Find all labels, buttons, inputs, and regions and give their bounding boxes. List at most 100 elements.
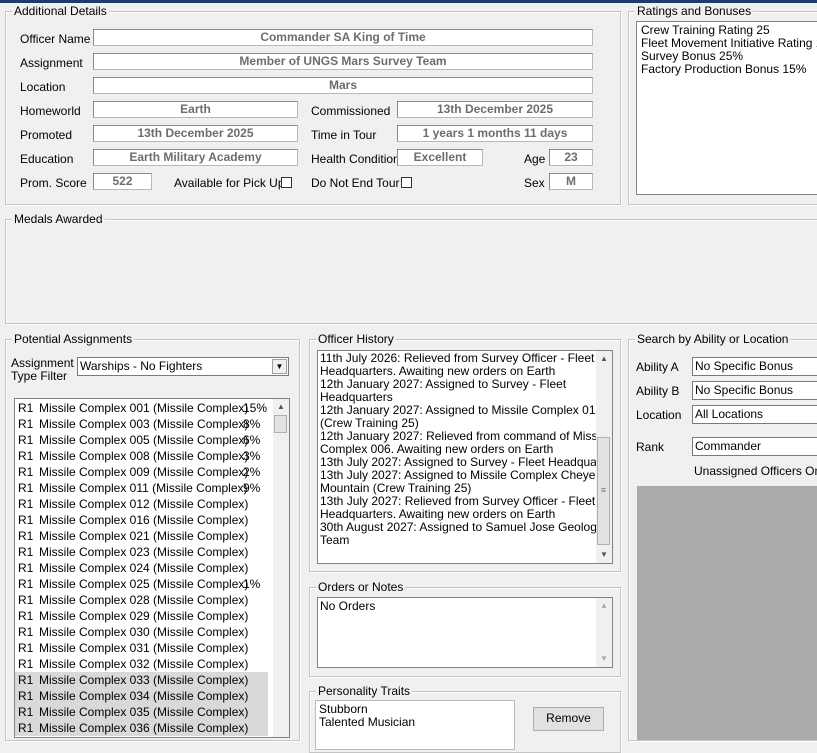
assignment-row[interactable]: R1 Missile Complex 009 (Missile Complex) 2… (15, 464, 268, 480)
traits-list[interactable]: Stubborn Talented Musician (315, 700, 515, 750)
assignment-row[interactable]: R1 Missile Complex 029 (Missile Complex) (15, 608, 268, 624)
assignment-row[interactable]: R1 Missile Complex 023 (Missile Complex) (15, 544, 268, 560)
education-field[interactable]: Earth Military Academy (93, 149, 298, 166)
assignment-row[interactable]: R1 Missile Complex 003 (Missile Complex) 8… (15, 416, 268, 432)
history-scrollbar[interactable]: ▲ ≡ ▼ (596, 351, 612, 563)
assignment-row[interactable]: R1 Missile Complex 024 (Missile Complex) (15, 560, 268, 576)
search-group: Search by Ability or Location Ability A … (628, 332, 817, 741)
assignment-name: Missile Complex 024 (Missile Complex) (39, 561, 249, 575)
assignment-row[interactable]: R1 Missile Complex 008 (Missile Complex) 3… (15, 448, 268, 464)
assignment-rank: R1 (18, 465, 34, 479)
type-filter-select[interactable]: Warships - No Fighters ▼ (77, 357, 289, 376)
assignment-rank: R1 (18, 641, 34, 655)
assignment-row[interactable]: R1 Missile Complex 036 (Missile Complex) (15, 720, 268, 736)
ratings-title: Ratings and Bonuses (635, 4, 754, 18)
ability-a-select[interactable]: No Specific Bonus (692, 357, 817, 376)
assignment-name: Missile Complex 032 (Missile Complex) (39, 657, 249, 671)
pickup-checkbox[interactable] (281, 177, 292, 188)
assignment-row[interactable]: R1 Missile Complex 032 (Missile Complex) (15, 656, 268, 672)
education-label: Education (20, 152, 74, 166)
assignment-name: Missile Complex 012 (Missile Complex) (39, 497, 249, 511)
assignment-name: Missile Complex 023 (Missile Complex) (39, 545, 249, 559)
orders-scrollbar[interactable]: ▲ ▼ (596, 598, 612, 667)
assignment-name: Missile Complex 028 (Missile Complex) (39, 593, 249, 607)
time-in-tour-field[interactable]: 1 years 1 months 11 days (397, 125, 593, 142)
assignment-row[interactable]: R1 Missile Complex 021 (Missile Complex) (15, 528, 268, 544)
unassigned-only-label[interactable]: Unassigned Officers Only (694, 464, 817, 478)
do-not-end-tour-checkbox[interactable] (401, 177, 412, 188)
rank-select[interactable]: Commander (692, 437, 817, 456)
location-label: Location (20, 80, 66, 94)
assignment-name: Missile Complex 025 (Missile Complex) (39, 577, 249, 591)
assignment-rank: R1 (18, 673, 34, 687)
location-field[interactable]: Mars (93, 77, 593, 94)
officer-history-text[interactable]: 11th July 2026: Relieved from Survey Off… (317, 350, 613, 564)
prom-score-field[interactable]: 522 (93, 173, 152, 190)
assignment-percent: 2% (243, 465, 261, 479)
health-field[interactable]: Excellent (397, 149, 483, 166)
assignment-row[interactable]: R1 Missile Complex 011 (Missile Complex) 9… (15, 480, 268, 496)
age-field[interactable]: 23 (549, 149, 593, 166)
health-label: Health Condition (311, 152, 400, 166)
assignment-row[interactable]: R1 Missile Complex 025 (Missile Complex) 1… (15, 576, 268, 592)
homeworld-field[interactable]: Earth (93, 101, 298, 118)
assignment-row[interactable]: R1 Missile Complex 030 (Missile Complex) (15, 624, 268, 640)
scroll-down-icon[interactable]: ▼ (596, 651, 612, 667)
scroll-thumb[interactable] (274, 415, 287, 433)
assignment-row[interactable]: R1 Missile Complex 035 (Missile Complex) (15, 704, 268, 720)
scroll-thumb[interactable]: ≡ (597, 437, 610, 545)
assignment-name: Missile Complex 008 (Missile Complex) (39, 449, 249, 463)
assignment-row[interactable]: R1 Missile Complex 001 (Missile Complex) 1… (15, 400, 268, 416)
assignment-rank: R1 (18, 593, 34, 607)
search-location-select[interactable]: All Locations (692, 405, 817, 424)
do-not-end-tour-label: Do Not End Tour (311, 176, 400, 190)
assignment-rank: R1 (18, 497, 34, 511)
assignment-row[interactable]: R1 Missile Complex 005 (Missile Complex) 6… (15, 432, 268, 448)
potential-assignments-group: Potential Assignments Assignment Type Fi… (5, 332, 300, 741)
time-in-tour-label: Time in Tour (311, 128, 377, 142)
assignment-name: Missile Complex 031 (Missile Complex) (39, 641, 249, 655)
ratings-group: Ratings and Bonuses Crew Training Rating… (628, 4, 817, 205)
personality-title: Personality Traits (316, 684, 413, 698)
commissioned-field[interactable]: 13th December 2025 (397, 101, 593, 118)
assignment-name: Missile Complex 001 (Missile Complex) (39, 401, 249, 415)
sex-field[interactable]: M (549, 173, 593, 190)
additional-details-title: Additional Details (12, 4, 109, 18)
trait-item[interactable]: Talented Musician (319, 716, 511, 729)
assignment-rank: R1 (18, 561, 34, 575)
rating-line: Factory Production Bonus 15% (641, 62, 807, 76)
officer-name-field[interactable]: Commander SA King of Time (93, 29, 593, 46)
assignment-row[interactable]: R1 Missile Complex 031 (Missile Complex) (15, 640, 268, 656)
assignment-rank: R1 (18, 721, 34, 735)
search-location-label: Location (636, 408, 682, 422)
remove-trait-button[interactable]: Remove (533, 707, 604, 731)
assignment-row[interactable]: R1 Missile Complex 016 (Missile Complex) (15, 512, 268, 528)
assignments-list[interactable]: R1 Missile Complex 001 (Missile Complex) 1… (14, 398, 290, 738)
chevron-down-icon[interactable]: ▼ (272, 359, 287, 374)
assignments-scrollbar[interactable]: ▲ (273, 399, 289, 737)
ability-b-select[interactable]: No Specific Bonus (692, 381, 817, 400)
scroll-up-icon[interactable]: ▲ (273, 399, 289, 415)
assignment-row[interactable]: R1 Missile Complex 028 (Missile Complex) (15, 592, 268, 608)
scroll-up-icon[interactable]: ▲ (596, 351, 612, 367)
assignment-rank: R1 (18, 433, 34, 447)
promoted-field[interactable]: 13th December 2025 (93, 125, 298, 142)
assignment-name: Missile Complex 033 (Missile Complex) (39, 673, 249, 687)
officer-results-panel[interactable] (637, 486, 817, 740)
assignment-rank: R1 (18, 529, 34, 543)
sex-label: Sex (524, 176, 545, 190)
assignment-row[interactable]: R1 Missile Complex 034 (Missile Complex) (15, 688, 268, 704)
assignment-row[interactable]: R1 Missile Complex 012 (Missile Complex) (15, 496, 268, 512)
ratings-list[interactable]: Crew Training Rating 25 Fleet Movement I… (636, 21, 817, 195)
assignment-row[interactable]: R1 Missile Complex 033 (Missile Complex) (15, 672, 268, 688)
additional-details-group: Additional Details Officer Name Commande… (5, 4, 621, 205)
assignment-field[interactable]: Member of UNGS Mars Survey Team (93, 53, 593, 70)
scroll-up-icon[interactable]: ▲ (596, 598, 612, 614)
assignment-name: Missile Complex 011 (Missile Complex) (39, 481, 248, 495)
orders-textarea[interactable]: No Orders ▲ ▼ (317, 597, 613, 668)
orders-group: Orders or Notes No Orders ▲ ▼ (309, 580, 621, 677)
assignment-percent: 9% (243, 481, 261, 495)
assignment-rank: R1 (18, 417, 34, 431)
scroll-down-icon[interactable]: ▼ (596, 547, 612, 563)
assignment-name: Missile Complex 029 (Missile Complex) (39, 609, 249, 623)
